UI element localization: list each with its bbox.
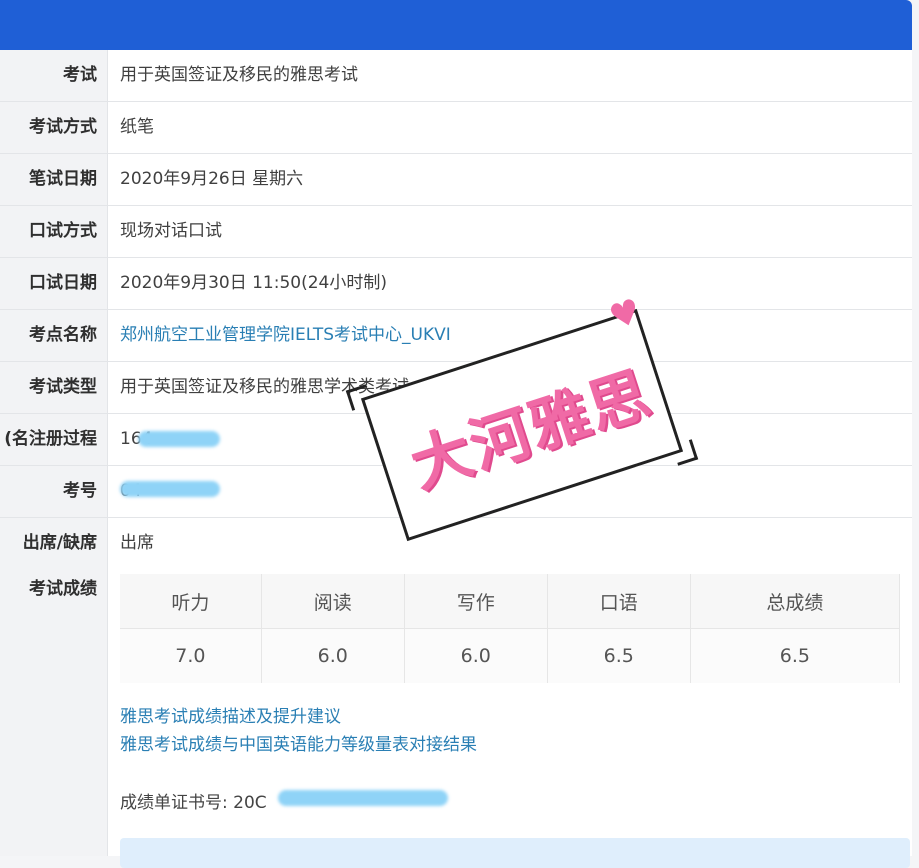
header-listening: 听力 xyxy=(120,574,262,629)
score-table: 听力 阅读 写作 口语 总成绩 7.0 6.0 6.0 6.5 6.5 xyxy=(120,574,901,683)
row-label: 考试方式 xyxy=(0,102,108,153)
score-writing: 6.0 xyxy=(404,628,548,683)
header-reading: 阅读 xyxy=(261,574,405,629)
row-label: 考试类型 xyxy=(0,362,108,413)
header-speaking: 口语 xyxy=(547,574,691,629)
cse-mapping-link[interactable]: 雅思考试成绩与中国英语能力等级量表对接结果 xyxy=(120,731,477,759)
row-value: 用于英国签证及移民的雅思考试 xyxy=(120,65,358,85)
score-listening: 7.0 xyxy=(120,628,262,683)
row-exam: 考试 用于英国签证及移民的雅思考试 xyxy=(0,50,912,102)
row-label: 考试 xyxy=(0,50,108,101)
header-writing: 写作 xyxy=(404,574,548,629)
top-header-bar xyxy=(0,0,912,50)
row-scores: 考试成绩 听力 阅读 写作 口语 总成绩 7.0 6.0 6.0 6.5 6.5… xyxy=(0,560,912,868)
certificate-label: 成绩单证书号: 20C xyxy=(120,793,267,813)
info-box xyxy=(120,838,910,868)
score-value-row: 7.0 6.0 6.0 6.5 6.5 xyxy=(120,628,901,683)
row-speaking-method: 口试方式 现场对话口试 xyxy=(0,206,912,258)
score-description-link[interactable]: 雅思考试成绩描述及提升建议 xyxy=(120,703,477,731)
links-block: 雅思考试成绩描述及提升建议 雅思考试成绩与中国英语能力等级量表对接结果 xyxy=(120,703,477,759)
row-value: 现场对话口试 xyxy=(120,221,222,241)
row-label: 笔试日期 xyxy=(0,154,108,205)
certificate-number: 成绩单证书号: 20C xyxy=(120,788,448,813)
row-label: 口试日期 xyxy=(0,258,108,309)
row-label: 口试方式 xyxy=(0,206,108,257)
row-exam-method: 考试方式 纸笔 xyxy=(0,102,912,154)
redaction-mark xyxy=(138,431,220,447)
redaction-mark xyxy=(120,481,220,497)
row-label: 考号 xyxy=(0,466,108,517)
row-test-center: 考点名称 郑州航空工业管理学院IELTS考试中心_UKVI xyxy=(0,310,912,362)
row-label: 考试成绩 xyxy=(0,560,108,856)
redaction-mark xyxy=(278,790,448,806)
score-overall: 6.5 xyxy=(690,628,901,683)
score-speaking: 6.5 xyxy=(547,628,691,683)
score-reading: 6.0 xyxy=(261,628,405,683)
row-label: 名注册过程) xyxy=(0,414,108,465)
row-value: 纸笔 xyxy=(120,117,154,137)
row-written-date: 笔试日期 2020年9月26日 星期六 xyxy=(0,154,912,206)
row-label: 考点名称 xyxy=(0,310,108,361)
score-area: 听力 阅读 写作 口语 总成绩 7.0 6.0 6.0 6.5 6.5 雅思考试… xyxy=(108,560,912,868)
row-speaking-date: 口试日期 2020年9月30日 11:50(24小时制) xyxy=(0,258,912,310)
row-value: 2020年9月30日 11:50(24小时制) xyxy=(120,273,388,293)
header-overall: 总成绩 xyxy=(690,574,901,629)
row-value: 2020年9月26日 星期六 xyxy=(120,169,304,189)
score-header-row: 听力 阅读 写作 口语 总成绩 xyxy=(120,574,901,629)
